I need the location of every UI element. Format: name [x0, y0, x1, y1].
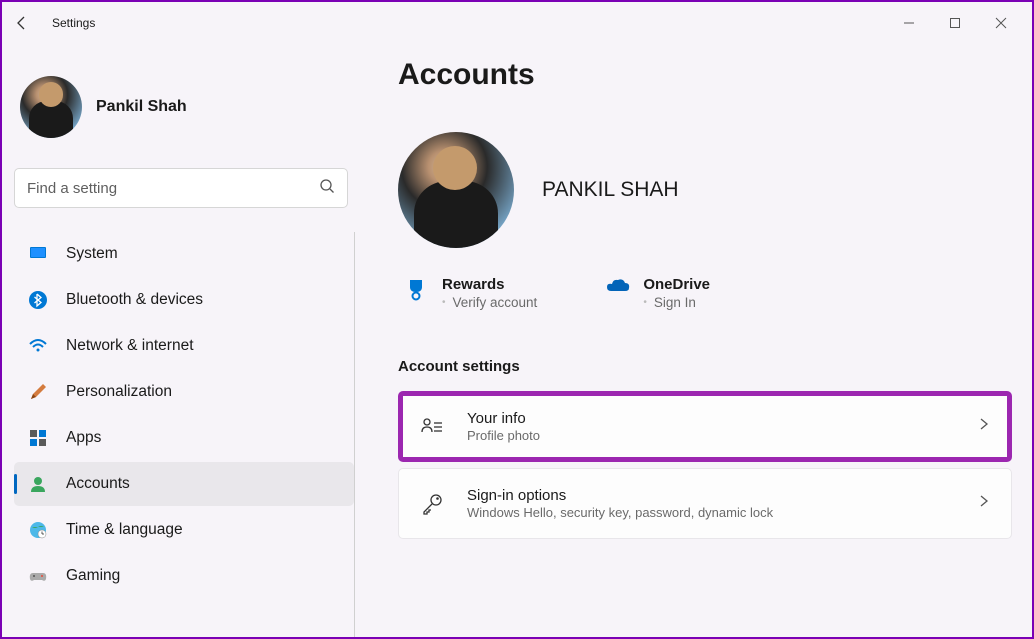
sidebar-item-time[interactable]: Time & language	[14, 508, 354, 552]
rewards-title: Rewards	[442, 276, 537, 293]
nav-label: Network & internet	[66, 337, 194, 355]
nav-label: Gaming	[66, 567, 120, 585]
onedrive-title: OneDrive	[643, 276, 710, 293]
nav-label: Personalization	[66, 383, 172, 401]
your-info-title: Your info	[467, 410, 955, 427]
your-info-card[interactable]: Your info Profile photo	[398, 391, 1012, 462]
search-icon	[319, 178, 335, 199]
signin-sub: Windows Hello, security key, password, d…	[467, 505, 955, 520]
nav-label: Time & language	[66, 521, 183, 539]
minimize-button[interactable]	[886, 7, 932, 39]
sidebar-item-system[interactable]: System	[14, 232, 354, 276]
chevron-right-icon	[977, 494, 991, 513]
profile-header: PANKIL SHAH	[398, 132, 1012, 248]
maximize-button[interactable]	[932, 7, 978, 39]
sidebar-item-gaming[interactable]: Gaming	[14, 554, 354, 598]
gaming-icon	[28, 566, 48, 586]
page-title: Accounts	[398, 58, 1012, 92]
nav-label: Bluetooth & devices	[66, 291, 203, 309]
chevron-right-icon	[977, 417, 991, 436]
sidebar-item-network[interactable]: Network & internet	[14, 324, 354, 368]
nav-label: Apps	[66, 429, 101, 447]
avatar	[20, 76, 82, 138]
accounts-icon	[28, 474, 48, 494]
sidebar-item-accounts[interactable]: Accounts	[14, 462, 354, 506]
search-input[interactable]	[27, 180, 319, 197]
key-icon	[419, 491, 445, 517]
rewards-sub: Verify account	[442, 295, 537, 310]
titlebar: Settings	[2, 2, 1032, 44]
content: Accounts PANKIL SHAH Rewards Verify acco…	[362, 44, 1032, 637]
sidebar-item-apps[interactable]: Apps	[14, 416, 354, 460]
close-button[interactable]	[978, 7, 1024, 39]
onedrive-sub: Sign In	[643, 295, 710, 310]
signin-options-card[interactable]: Sign-in options Windows Hello, security …	[398, 468, 1012, 539]
onedrive-card[interactable]: OneDrive Sign In	[605, 276, 710, 310]
rewards-card[interactable]: Rewards Verify account	[404, 276, 537, 310]
apps-icon	[28, 428, 48, 448]
rewards-icon	[404, 277, 428, 301]
system-icon	[28, 244, 48, 264]
back-button[interactable]	[10, 11, 34, 35]
onedrive-icon	[605, 277, 629, 301]
your-info-icon	[419, 414, 445, 440]
bluetooth-icon	[28, 290, 48, 310]
sidebar: Pankil Shah System Bluetooth & devices N…	[2, 44, 362, 637]
user-name: Pankil Shah	[96, 98, 187, 116]
sidebar-item-bluetooth[interactable]: Bluetooth & devices	[14, 278, 354, 322]
signin-title: Sign-in options	[467, 487, 955, 504]
section-title: Account settings	[398, 358, 1012, 375]
your-info-sub: Profile photo	[467, 428, 955, 443]
nav-label: Accounts	[66, 475, 130, 493]
globe-icon	[28, 520, 48, 540]
brush-icon	[28, 382, 48, 402]
sidebar-item-personalization[interactable]: Personalization	[14, 370, 354, 414]
wifi-icon	[28, 336, 48, 356]
user-profile[interactable]: Pankil Shah	[14, 56, 354, 168]
search-box[interactable]	[14, 168, 348, 208]
avatar-large[interactable]	[398, 132, 514, 248]
window-title: Settings	[52, 16, 95, 30]
nav-label: System	[66, 245, 118, 263]
profile-name: PANKIL SHAH	[542, 178, 679, 202]
